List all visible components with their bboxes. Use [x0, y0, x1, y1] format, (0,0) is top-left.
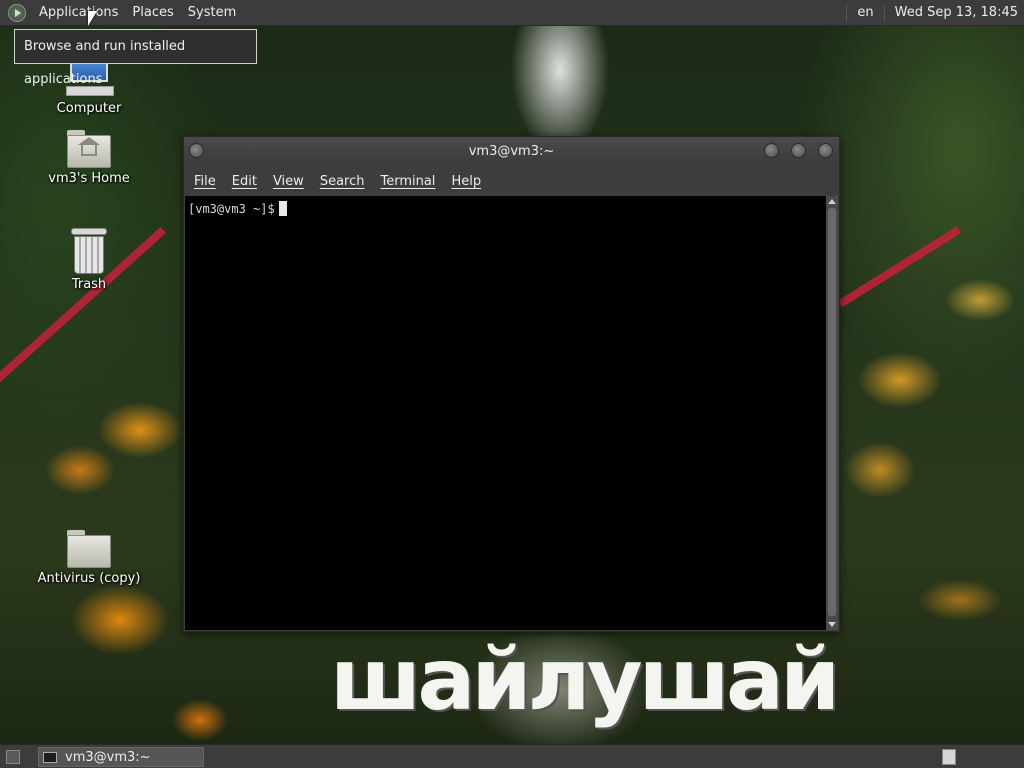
minimize-button[interactable] — [764, 143, 779, 158]
taskbar-item-label: vm3@vm3:~ — [65, 749, 151, 765]
keyboard-layout-indicator[interactable]: en — [853, 5, 877, 20]
panel-separator — [846, 3, 848, 22]
mouse-cursor-icon — [88, 11, 97, 26]
window-titlebar[interactable]: vm3@vm3:~ — [184, 137, 839, 167]
top-panel: Applications Places System en Wed Sep 13… — [0, 0, 1024, 26]
desktop-icon-trash[interactable]: Trash — [34, 228, 144, 292]
wallpaper-arrow-right — [837, 226, 961, 308]
desktop-icon-label: Trash — [71, 277, 107, 292]
places-menu[interactable]: Places — [125, 0, 180, 25]
terminal-window: vm3@vm3:~ File Edit View Search Terminal… — [183, 136, 840, 632]
desktop: шайлушай Computer vm3's Home Trash Antiv… — [0, 0, 1024, 768]
folder-icon — [67, 530, 111, 568]
menu-search[interactable]: Search — [314, 174, 371, 189]
scrollbar-thumb[interactable] — [828, 208, 836, 616]
terminal-menubar: File Edit View Search Terminal Help — [184, 167, 839, 195]
desktop-icon-folder[interactable]: Antivirus (copy) — [34, 530, 144, 586]
terminal-output[interactable]: [vm3@vm3 ~]$ — [185, 196, 826, 630]
distro-logo-icon[interactable] — [8, 3, 26, 22]
clock[interactable]: Wed Sep 13, 18:45 — [891, 5, 1022, 20]
system-menu[interactable]: System — [181, 0, 243, 25]
desktop-icon-label: Computer — [56, 101, 122, 116]
bottom-panel: vm3@vm3:~ — [0, 744, 1024, 768]
show-desktop-button[interactable] — [6, 750, 20, 764]
panel-tray: en Wed Sep 13, 18:45 — [840, 0, 1024, 25]
desktop-icon-home[interactable]: vm3's Home — [34, 130, 144, 186]
scroll-up-icon[interactable] — [828, 199, 836, 204]
terminal-scrollbar[interactable] — [826, 196, 838, 630]
menu-view[interactable]: View — [267, 174, 310, 189]
taskbar-item-terminal[interactable]: vm3@vm3:~ — [38, 747, 204, 767]
menu-file[interactable]: File — [188, 174, 222, 189]
text-cursor — [278, 201, 287, 216]
workspace-switcher[interactable] — [942, 749, 956, 765]
desktop-icon-label: Antivirus (copy) — [37, 571, 141, 586]
terminal-icon — [43, 751, 57, 763]
menu-terminal[interactable]: Terminal — [374, 174, 441, 189]
window-menu-button[interactable] — [189, 143, 204, 158]
trash-icon — [71, 228, 107, 274]
menu-edit[interactable]: Edit — [226, 174, 263, 189]
window-title: vm3@vm3:~ — [468, 144, 555, 159]
maximize-button[interactable] — [791, 143, 806, 158]
desktop-icon-label: vm3's Home — [48, 171, 130, 186]
tooltip: Browse and run installed applications — [14, 29, 257, 87]
scroll-down-icon[interactable] — [828, 622, 836, 627]
shell-prompt: [vm3@vm3 ~]$ — [188, 202, 275, 216]
applications-menu[interactable]: Applications — [32, 0, 125, 25]
close-button[interactable] — [818, 143, 833, 158]
panel-separator — [883, 3, 885, 22]
menu-help[interactable]: Help — [445, 174, 487, 189]
wallpaper-text: шайлушай — [330, 630, 840, 730]
home-folder-icon — [67, 130, 111, 168]
